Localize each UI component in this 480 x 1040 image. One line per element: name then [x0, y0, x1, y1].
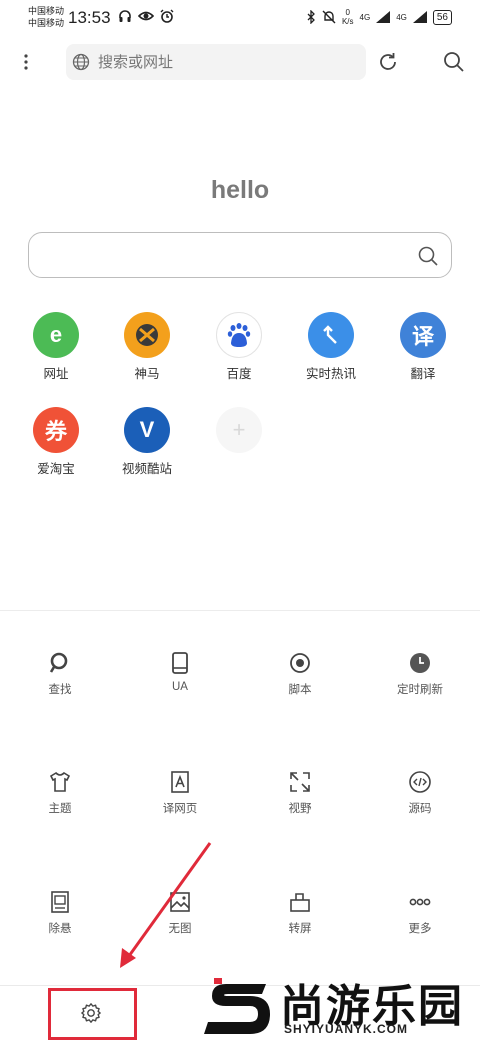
translate-icon: 译: [400, 312, 446, 358]
refresh-icon[interactable]: [376, 50, 400, 74]
watermark-subtitle: SHYIYUANYK.COM: [284, 1022, 409, 1036]
settings-highlight-box: [48, 988, 137, 1040]
shortcut-label: 实时热讯: [305, 367, 356, 381]
shortcut-label: 神马: [134, 367, 160, 381]
tool-label: 译网页: [162, 803, 198, 815]
rotate-screen-icon: [290, 893, 310, 912]
tool-timed-refresh[interactable]: 定时刷新: [370, 651, 470, 697]
record-icon: [290, 653, 310, 673]
tool-source[interactable]: 源码: [370, 770, 470, 816]
code-icon: [409, 771, 431, 793]
turn-arrow-icon: [323, 325, 337, 344]
carrier-2: 中国移动: [28, 18, 65, 28]
search-icon[interactable]: [417, 245, 439, 267]
home-search-box[interactable]: [28, 232, 452, 278]
tool-label: 除悬: [48, 923, 72, 935]
shortcut-label: 网址: [43, 367, 69, 381]
speed-value: 0: [345, 8, 350, 17]
clock-icon: [410, 653, 430, 673]
shortcut-realtime-news[interactable]: 实时热讯: [291, 312, 371, 382]
tool-label: 更多: [408, 923, 432, 935]
tool-label: 定时刷新: [397, 684, 443, 696]
tool-view[interactable]: 视野: [250, 770, 350, 816]
tool-script[interactable]: 脚本: [250, 651, 350, 697]
tool-label: 视野: [288, 803, 312, 815]
signal-icon: [376, 11, 391, 23]
bluetooth-icon: [307, 10, 315, 24]
add-icon: +: [216, 407, 262, 453]
search-icon: [49, 652, 68, 673]
status-bar: 中国移动 中国移动 13:53 0 K/s 4G 4G 56: [0, 0, 480, 36]
watermark-logo-icon: [204, 978, 270, 1034]
tool-ua[interactable]: UA: [130, 651, 230, 693]
tool-label: 脚本: [288, 684, 312, 696]
status-icons-left: [118, 9, 174, 23]
signal-icon-2: [412, 11, 427, 23]
shortcut-label: 视频酷站: [121, 462, 172, 476]
shortcut-wangzhi[interactable]: e 网址: [16, 312, 96, 382]
shortcut-translate[interactable]: 译 翻译: [383, 312, 463, 382]
shortcut-label: 翻译: [410, 367, 436, 381]
baidu-paw-icon: [227, 323, 251, 347]
mute-bell-icon: [322, 10, 336, 24]
shortcut-label: 百度: [226, 367, 252, 381]
tool-label: 源码: [408, 803, 432, 815]
coupon-icon: 券: [33, 407, 79, 453]
tool-more[interactable]: 更多: [370, 890, 470, 936]
network-type-2: 4G: [396, 12, 407, 22]
shenma-icon: [124, 312, 170, 358]
shortcut-aitaobao[interactable]: 券 爱淘宝: [16, 407, 96, 477]
shortcut-shenma[interactable]: 神马: [107, 312, 187, 382]
translate-page-icon: [171, 771, 189, 793]
red-arrow-annotation: [120, 842, 212, 968]
baidu-icon: [216, 312, 262, 358]
carrier-1: 中国移动: [28, 6, 65, 16]
tool-remove-float[interactable]: 除悬: [10, 890, 110, 936]
more-icon: [409, 898, 431, 906]
watermark: 尚游乐园 SHYIYUANYK.COM: [200, 966, 480, 1040]
tool-theme[interactable]: 主题: [10, 770, 110, 816]
video-v-icon: V: [124, 407, 170, 453]
web-e-icon: e: [33, 312, 79, 358]
tool-rotate-screen[interactable]: 转屏: [250, 890, 350, 936]
shortcut-baidu[interactable]: 百度: [199, 312, 279, 382]
phone-icon: [172, 652, 188, 674]
menu-dots-icon[interactable]: [18, 52, 34, 72]
realtime-news-icon: [308, 312, 354, 358]
panel-divider: [0, 610, 480, 611]
shortcut-label: 爱淘宝: [37, 462, 75, 476]
status-icons-right: 0 K/s 4G 4G 56: [306, 8, 452, 26]
greeting-title: hello: [210, 176, 270, 204]
network-speed: 0 K/s: [342, 8, 354, 26]
ad-remove-icon: [51, 891, 69, 913]
tool-find[interactable]: 查找: [10, 651, 110, 697]
home-search-input[interactable]: [43, 243, 403, 267]
battery-indicator: 56: [432, 9, 452, 25]
tool-label: 转屏: [288, 923, 312, 935]
speed-unit: K/s: [341, 17, 354, 26]
expand-icon: [290, 772, 310, 792]
headphones-icon: [119, 10, 131, 22]
tool-label: 主题: [48, 803, 72, 815]
url-input[interactable]: [98, 53, 338, 71]
carrier-info: 中国移动 中国移动: [28, 5, 64, 29]
xbox-like-logo-icon: [136, 324, 158, 346]
globe-icon: [72, 53, 90, 71]
network-type-1: 4G: [359, 12, 371, 22]
shortcut-video-sites[interactable]: V 视频酷站: [107, 407, 187, 477]
tool-label: UA: [172, 681, 188, 693]
status-time: 13:53: [68, 8, 111, 27]
eye-icon: [138, 11, 154, 21]
search-icon[interactable]: [442, 50, 466, 74]
alarm-icon: [160, 9, 174, 23]
shortcut-add[interactable]: +: [199, 407, 279, 453]
tool-label: 查找: [48, 684, 72, 696]
tool-translate-page[interactable]: 译网页: [130, 770, 230, 816]
shirt-icon: [49, 771, 71, 792]
url-bar[interactable]: [66, 44, 366, 80]
